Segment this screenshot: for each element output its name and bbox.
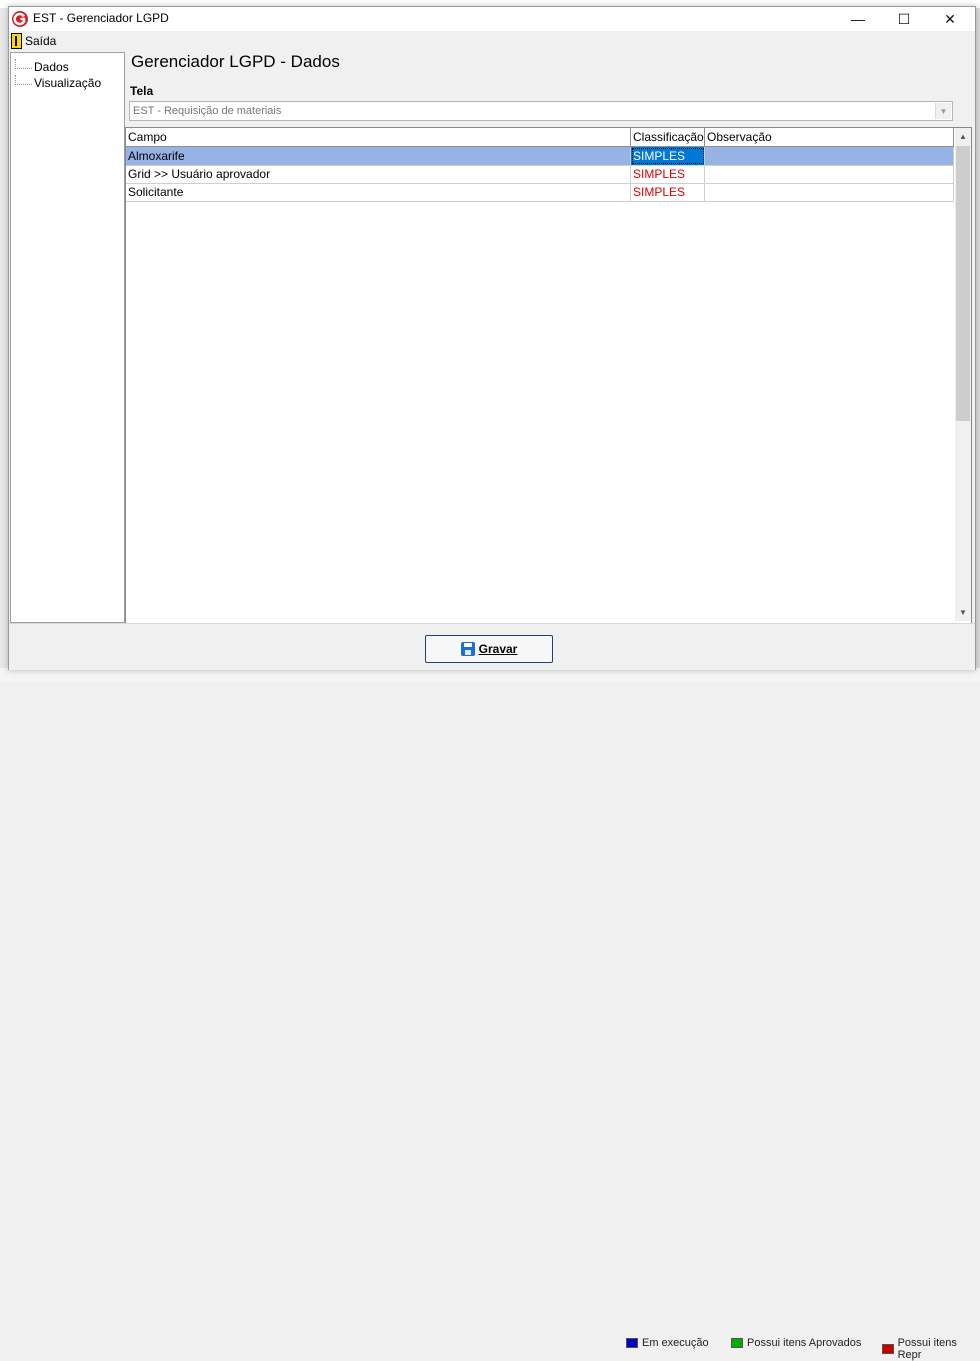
scroll-down-icon[interactable]: ▼ [955, 604, 971, 621]
cell-campo[interactable]: Solicitante [126, 183, 631, 201]
fields-grid: Campo Classificação Observação Almoxarif… [125, 127, 972, 624]
screen-label: Tela [130, 84, 154, 98]
navigation-tree: Dados Visualização [10, 52, 125, 623]
legend-label: Em execução [642, 1337, 709, 1349]
grid-header: Campo Classificação Observação [126, 128, 954, 147]
cell-observacao[interactable] [705, 165, 954, 183]
window-title: EST - Gerenciador LGPD [33, 11, 169, 25]
title-bar[interactable]: EST - Gerenciador LGPD — ☐ ✕ [9, 7, 975, 31]
cell-observacao[interactable] [705, 183, 954, 201]
legend-swatch-green [731, 1338, 743, 1348]
footer-bar: Gravar [9, 623, 975, 670]
cell-classificacao[interactable]: SIMPLES [631, 147, 705, 165]
legend-item-running: Em execução [626, 1337, 709, 1349]
maximize-button[interactable]: ☐ [881, 7, 927, 31]
tree-connector [15, 59, 32, 69]
save-button[interactable]: Gravar [425, 635, 553, 663]
table-row[interactable]: Solicitante SIMPLES [126, 183, 954, 202]
floppy-disk-icon [460, 642, 475, 656]
save-button-label: Gravar [478, 642, 518, 656]
legend-label: Possui itens Aprovados [747, 1337, 862, 1349]
screen-select-value: EST - Requisição de materiais [133, 105, 282, 117]
cell-classificacao[interactable]: SIMPLES [631, 165, 705, 183]
legend-item-approved: Possui itens Aprovados [731, 1337, 861, 1349]
screen-select[interactable]: EST - Requisição de materiais ▼ [129, 101, 953, 121]
cell-observacao[interactable] [705, 147, 954, 165]
menu-bar: Saída [9, 31, 975, 51]
background-left-edge [0, 8, 8, 681]
column-header-observacao[interactable]: Observação [705, 128, 954, 146]
scroll-up-icon[interactable]: ▲ [955, 128, 971, 145]
table-row[interactable]: Almoxarife SIMPLES [126, 147, 954, 166]
tree-connector [15, 75, 32, 85]
legend-label: Possui itens Repr [897, 1337, 957, 1361]
app-logo-icon [12, 11, 28, 27]
scroll-thumb[interactable] [956, 146, 970, 421]
exit-door-icon [11, 33, 22, 49]
lgpd-manager-dialog: EST - Gerenciador LGPD — ☐ ✕ Saída Dados… [8, 6, 976, 670]
table-row[interactable]: Grid >> Usuário aprovador SIMPLES [126, 165, 954, 184]
tree-item-dados[interactable]: Dados [15, 59, 69, 75]
column-header-classificacao[interactable]: Classificação [631, 128, 705, 146]
vertical-scrollbar[interactable]: ▲ ▼ [955, 128, 971, 621]
tree-item-label: Visualização [34, 76, 102, 90]
page-title: Gerenciador LGPD - Dados [131, 52, 340, 71]
cell-classificacao[interactable]: SIMPLES [631, 183, 705, 201]
legend-item-rejected: Possui itens Repr [882, 1337, 980, 1361]
close-button[interactable]: ✕ [927, 7, 973, 31]
chevron-down-icon[interactable]: ▼ [935, 103, 951, 119]
legend-swatch-blue [626, 1338, 638, 1348]
tree-item-visualizacao[interactable]: Visualização [15, 75, 101, 91]
minimize-button[interactable]: — [835, 7, 881, 31]
exit-menu-item[interactable]: Saída [11, 33, 56, 49]
exit-menu-label: Saída [25, 34, 57, 48]
cell-campo[interactable]: Grid >> Usuário aprovador [126, 165, 631, 183]
cell-campo[interactable]: Almoxarife [126, 147, 631, 165]
legend-swatch-red [882, 1344, 894, 1354]
column-header-campo[interactable]: Campo [126, 128, 631, 146]
tree-item-label: Dados [34, 60, 69, 74]
